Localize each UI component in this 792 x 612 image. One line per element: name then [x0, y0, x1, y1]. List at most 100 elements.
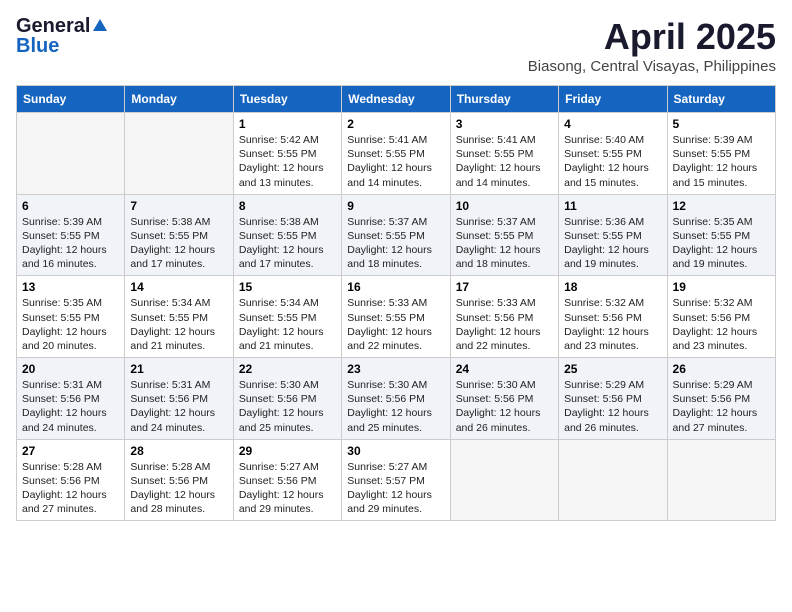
- calendar-cell: 20Sunrise: 5:31 AMSunset: 5:56 PMDayligh…: [17, 358, 125, 440]
- day-number: 9: [347, 199, 444, 213]
- calendar-cell: 17 Sunrise: 5:33 AMSunset: 5:56 PMDayligh…: [450, 276, 558, 358]
- calendar-week-row: 20Sunrise: 5:31 AMSunset: 5:56 PMDayligh…: [17, 358, 776, 440]
- day-number: 4: [564, 117, 661, 131]
- page-header: General Blue April 2025 Biasong, Central…: [16, 16, 776, 75]
- day-number: 23: [347, 362, 444, 376]
- day-number: 7: [130, 199, 227, 213]
- calendar-cell: 22 Sunrise: 5:30 AMSunset: 5:56 PMDayligh…: [233, 358, 341, 440]
- calendar-cell: 25 Sunrise: 5:29 AMSunset: 5:56 PMDayligh…: [559, 358, 667, 440]
- day-number: 1: [239, 117, 336, 131]
- cell-details: Sunrise: 5:39 AMSunset: 5:55 PMDaylight:…: [22, 215, 119, 272]
- day-number: 26: [673, 362, 770, 376]
- day-number: 17: [456, 280, 553, 294]
- calendar-header-wednesday: Wednesday: [342, 86, 450, 113]
- calendar-cell: 15Sunrise: 5:34 AMSunset: 5:55 PMDayligh…: [233, 276, 341, 358]
- calendar-header-friday: Friday: [559, 86, 667, 113]
- cell-details: Sunrise: 5:32 AMSunset: 5:56 PMDaylight:…: [673, 296, 770, 353]
- calendar-cell: 28 Sunrise: 5:28 AMSunset: 5:56 PMDayligh…: [125, 439, 233, 521]
- cell-details: Sunrise: 5:37 AMSunset: 5:55 PMDaylight:…: [456, 215, 553, 272]
- day-number: 10: [456, 199, 553, 213]
- calendar-cell: 10 Sunrise: 5:37 AMSunset: 5:55 PMDayligh…: [450, 194, 558, 276]
- cell-details: Sunrise: 5:33 AMSunset: 5:56 PMDaylight:…: [456, 296, 553, 353]
- cell-details: Sunrise: 5:37 AMSunset: 5:55 PMDaylight:…: [347, 215, 444, 272]
- day-number: 13: [22, 280, 119, 294]
- cell-details: Sunrise: 5:41 AMSunset: 5:55 PMDaylight:…: [347, 133, 444, 190]
- calendar-table: SundayMondayTuesdayWednesdayThursdayFrid…: [16, 85, 776, 521]
- month-title: April 2025: [528, 16, 776, 58]
- cell-details: Sunrise: 5:30 AMSunset: 5:56 PMDaylight:…: [347, 378, 444, 435]
- calendar-cell: 24 Sunrise: 5:30 AMSunset: 5:56 PMDayligh…: [450, 358, 558, 440]
- cell-details: Sunrise: 5:30 AMSunset: 5:56 PMDaylight:…: [456, 378, 553, 435]
- cell-details: Sunrise: 5:42 AMSunset: 5:55 PMDaylight:…: [239, 133, 336, 190]
- cell-details: Sunrise: 5:38 AMSunset: 5:55 PMDaylight:…: [239, 215, 336, 272]
- calendar-week-row: 13 Sunrise: 5:35 AMSunset: 5:55 PMDayligh…: [17, 276, 776, 358]
- day-number: 30: [347, 444, 444, 458]
- cell-details: Sunrise: 5:41 AMSunset: 5:55 PMDaylight:…: [456, 133, 553, 190]
- day-number: 25: [564, 362, 661, 376]
- cell-details: Sunrise: 5:28 AMSunset: 5:56 PMDaylight:…: [22, 460, 119, 517]
- calendar-cell: 21 Sunrise: 5:31 AMSunset: 5:56 PMDayligh…: [125, 358, 233, 440]
- cell-details: Sunrise: 5:28 AMSunset: 5:56 PMDaylight:…: [130, 460, 227, 517]
- day-number: 22: [239, 362, 336, 376]
- calendar-cell: 11 Sunrise: 5:36 AMSunset: 5:55 PMDayligh…: [559, 194, 667, 276]
- day-number: 21: [130, 362, 227, 376]
- calendar-cell: 13 Sunrise: 5:35 AMSunset: 5:55 PMDayligh…: [17, 276, 125, 358]
- calendar-cell: 16 Sunrise: 5:33 AMSunset: 5:55 PMDayligh…: [342, 276, 450, 358]
- cell-details: Sunrise: 5:31 AMSunset: 5:56 PMDaylight:…: [130, 378, 227, 435]
- calendar-header-tuesday: Tuesday: [233, 86, 341, 113]
- calendar-cell: 23 Sunrise: 5:30 AMSunset: 5:56 PMDayligh…: [342, 358, 450, 440]
- calendar-cell: 18 Sunrise: 5:32 AMSunset: 5:56 PMDayligh…: [559, 276, 667, 358]
- cell-details: Sunrise: 5:40 AMSunset: 5:55 PMDaylight:…: [564, 133, 661, 190]
- logo-general-text: General: [16, 16, 90, 36]
- calendar-week-row: 27 Sunrise: 5:28 AMSunset: 5:56 PMDayligh…: [17, 439, 776, 521]
- cell-details: Sunrise: 5:27 AMSunset: 5:57 PMDaylight:…: [347, 460, 444, 517]
- calendar-cell: 7 Sunrise: 5:38 AMSunset: 5:55 PMDaylight…: [125, 194, 233, 276]
- calendar-cell: 27 Sunrise: 5:28 AMSunset: 5:56 PMDayligh…: [17, 439, 125, 521]
- calendar-cell: [559, 439, 667, 521]
- calendar-cell: 19 Sunrise: 5:32 AMSunset: 5:56 PMDayligh…: [667, 276, 775, 358]
- day-number: 19: [673, 280, 770, 294]
- location: Biasong, Central Visayas, Philippines: [528, 58, 776, 75]
- day-number: 6: [22, 199, 119, 213]
- cell-details: Sunrise: 5:35 AMSunset: 5:55 PMDaylight:…: [22, 296, 119, 353]
- cell-details: Sunrise: 5:36 AMSunset: 5:55 PMDaylight:…: [564, 215, 661, 272]
- calendar-cell: 1 Sunrise: 5:42 AMSunset: 5:55 PMDaylight…: [233, 113, 341, 195]
- cell-details: Sunrise: 5:38 AMSunset: 5:55 PMDaylight:…: [130, 215, 227, 272]
- day-number: 2: [347, 117, 444, 131]
- calendar-cell: 14 Sunrise: 5:34 AMSunset: 5:55 PMDayligh…: [125, 276, 233, 358]
- day-number: 5: [673, 117, 770, 131]
- logo-blue-text: Blue: [16, 35, 59, 57]
- calendar-cell: 3Sunrise: 5:41 AMSunset: 5:55 PMDaylight…: [450, 113, 558, 195]
- cell-details: Sunrise: 5:39 AMSunset: 5:55 PMDaylight:…: [673, 133, 770, 190]
- calendar-header-thursday: Thursday: [450, 86, 558, 113]
- calendar-cell: 9 Sunrise: 5:37 AMSunset: 5:55 PMDaylight…: [342, 194, 450, 276]
- day-number: 24: [456, 362, 553, 376]
- cell-details: Sunrise: 5:33 AMSunset: 5:55 PMDaylight:…: [347, 296, 444, 353]
- day-number: 14: [130, 280, 227, 294]
- day-number: 28: [130, 444, 227, 458]
- cell-details: Sunrise: 5:34 AMSunset: 5:55 PMDaylight:…: [239, 296, 336, 353]
- calendar-week-row: 6 Sunrise: 5:39 AMSunset: 5:55 PMDaylight…: [17, 194, 776, 276]
- calendar-cell: 5 Sunrise: 5:39 AMSunset: 5:55 PMDaylight…: [667, 113, 775, 195]
- calendar-cell: 8Sunrise: 5:38 AMSunset: 5:55 PMDaylight…: [233, 194, 341, 276]
- calendar-cell: 4 Sunrise: 5:40 AMSunset: 5:55 PMDaylight…: [559, 113, 667, 195]
- day-number: 18: [564, 280, 661, 294]
- day-number: 16: [347, 280, 444, 294]
- calendar-header-row: SundayMondayTuesdayWednesdayThursdayFrid…: [17, 86, 776, 113]
- day-number: 12: [673, 199, 770, 213]
- calendar-header-sunday: Sunday: [17, 86, 125, 113]
- cell-details: Sunrise: 5:32 AMSunset: 5:56 PMDaylight:…: [564, 296, 661, 353]
- cell-details: Sunrise: 5:29 AMSunset: 5:56 PMDaylight:…: [564, 378, 661, 435]
- logo: General Blue: [16, 16, 108, 56]
- cell-details: Sunrise: 5:30 AMSunset: 5:56 PMDaylight:…: [239, 378, 336, 435]
- calendar-cell: 2 Sunrise: 5:41 AMSunset: 5:55 PMDaylight…: [342, 113, 450, 195]
- day-number: 11: [564, 199, 661, 213]
- day-number: 27: [22, 444, 119, 458]
- title-section: April 2025 Biasong, Central Visayas, Phi…: [528, 16, 776, 75]
- calendar-cell: [450, 439, 558, 521]
- logo-icon: [92, 18, 108, 34]
- calendar-week-row: 1 Sunrise: 5:42 AMSunset: 5:55 PMDaylight…: [17, 113, 776, 195]
- calendar-cell: 30 Sunrise: 5:27 AMSunset: 5:57 PMDayligh…: [342, 439, 450, 521]
- cell-details: Sunrise: 5:34 AMSunset: 5:55 PMDaylight:…: [130, 296, 227, 353]
- calendar-cell: 29Sunrise: 5:27 AMSunset: 5:56 PMDayligh…: [233, 439, 341, 521]
